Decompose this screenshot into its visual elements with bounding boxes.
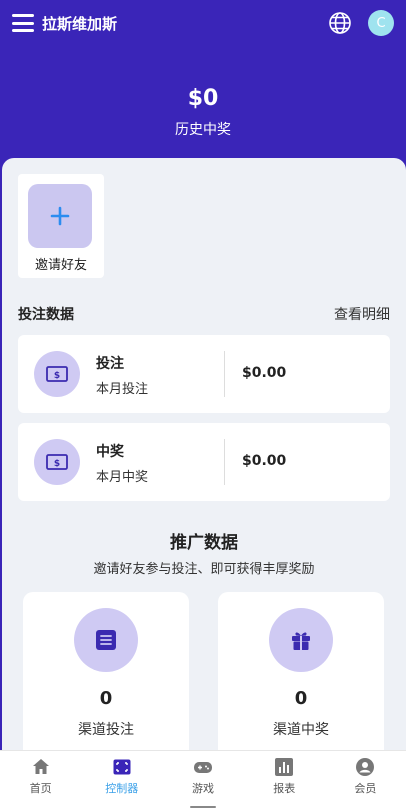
- win-stat-title: 中奖: [96, 444, 124, 460]
- invite-friends-button[interactable]: 邀请好友: [18, 174, 104, 278]
- hero-summary: $0 历史中奖: [0, 46, 406, 158]
- home-indicator: [190, 806, 216, 808]
- channel-win-label: 渠道中奖: [273, 722, 329, 738]
- gamepad-icon: [194, 762, 212, 773]
- globe-icon[interactable]: [328, 11, 352, 35]
- nav-item-controller[interactable]: 控制器: [81, 751, 162, 802]
- total-winnings-label: 历史中奖: [175, 122, 231, 138]
- top-right-actions: C: [328, 10, 394, 36]
- bet-data-header: 投注数据 查看明细: [18, 304, 390, 324]
- promo-title: 推广数据: [170, 533, 238, 553]
- channel-win-card[interactable]: 0 渠道中奖: [218, 592, 384, 754]
- svg-text:$: $: [54, 459, 60, 469]
- top-bar: 拉斯维加斯 C: [0, 0, 406, 46]
- bet-stat-title: 投注: [96, 356, 124, 372]
- plus-icon: [50, 206, 70, 226]
- nav-label: 游戏: [192, 782, 214, 795]
- win-stat-subtitle: 本月中奖: [96, 470, 149, 485]
- nav-item-reports[interactable]: 报表: [244, 751, 325, 802]
- channel-bet-label: 渠道投注: [78, 722, 134, 738]
- nav-item-home[interactable]: 首页: [0, 751, 81, 802]
- invite-friends-label: 邀请好友: [34, 258, 87, 273]
- divider: [224, 351, 225, 397]
- channel-bet-value: 0: [99, 688, 113, 709]
- chart-icon: [275, 758, 294, 776]
- win-icon-circle: $: [34, 439, 80, 485]
- bet-icon-circle: $: [34, 351, 80, 397]
- win-stat-value: $0.00: [242, 453, 287, 469]
- divider: [224, 439, 225, 485]
- bottom-nav: 首页 控制器 游戏 报表 会员: [0, 750, 406, 802]
- bet-stat-value: $0.00: [242, 365, 287, 381]
- menu-icon[interactable]: [12, 14, 34, 32]
- bet-stat-subtitle: 本月投注: [96, 382, 149, 397]
- bet-stat-card[interactable]: $ 投注 本月投注 $0.00: [18, 335, 390, 413]
- list-icon: [96, 630, 116, 650]
- nav-label: 报表: [273, 782, 296, 795]
- app-title: 拉斯维加斯: [42, 14, 118, 33]
- channel-win-icon-circle: [269, 608, 333, 672]
- cash-icon: $: [46, 454, 68, 470]
- svg-text:$: $: [54, 371, 60, 381]
- channel-win-value: 0: [294, 688, 308, 709]
- home-icon: [32, 759, 49, 774]
- nav-item-member[interactable]: 会员: [325, 751, 406, 802]
- user-icon: [356, 758, 375, 776]
- nav-label: 控制器: [105, 782, 139, 795]
- win-stat-card[interactable]: $ 中奖 本月中奖 $0.00: [18, 423, 390, 501]
- total-winnings-amount: $0: [187, 86, 219, 111]
- channel-bet-icon-circle: [74, 608, 138, 672]
- cash-icon: $: [46, 366, 68, 382]
- bet-data-title: 投注数据: [18, 307, 74, 323]
- promo-subtitle: 邀请好友参与投注、即可获得丰厚奖励: [93, 562, 315, 577]
- nav-label: 会员: [354, 782, 377, 795]
- channel-bet-card[interactable]: 0 渠道投注: [23, 592, 189, 754]
- view-details-link[interactable]: 查看明细: [334, 304, 390, 324]
- controller-icon: [113, 759, 131, 775]
- avatar[interactable]: C: [368, 10, 394, 36]
- nav-label: 首页: [29, 782, 52, 795]
- main-content: 邀请好友 投注数据 查看明细 $ 投注 本月投注 $0.00 $ 中奖 本月中奖…: [2, 158, 406, 754]
- nav-item-games[interactable]: 游戏: [162, 751, 243, 802]
- invite-plus-tile: [28, 184, 92, 248]
- gift-icon: [292, 632, 310, 650]
